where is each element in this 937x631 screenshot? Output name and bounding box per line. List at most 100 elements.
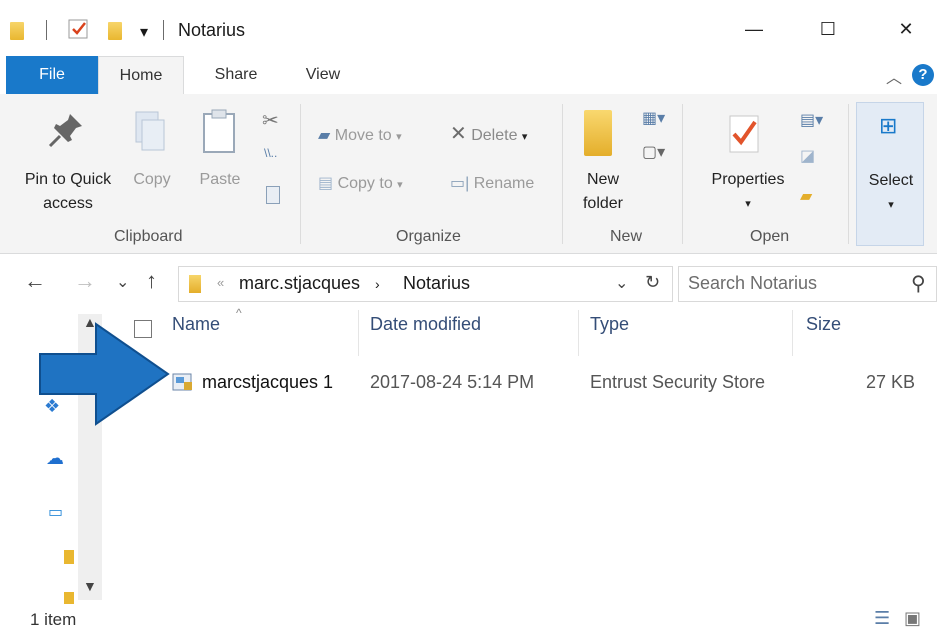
back-button[interactable]: ← — [24, 268, 46, 294]
address-row: ← → ⌄ ↑ « marc.stjacques › Notarius ⌄ ↻ … — [0, 260, 937, 306]
rename-label: Rename — [473, 175, 535, 192]
select-dropdown-icon: ▾ — [888, 199, 894, 211]
column-header-type[interactable]: Type — [590, 314, 629, 354]
move-to-button[interactable]: ▰ Move to ▾ — [318, 124, 402, 149]
item-count: 1 item — [30, 610, 77, 629]
breadcrumb-item[interactable]: marc.stjacques — [239, 273, 360, 294]
delete-label: Delete — [471, 127, 518, 144]
copy-icon — [132, 110, 168, 159]
new-folder-quick-icon[interactable] — [108, 22, 122, 40]
tab-home[interactable]: Home — [98, 56, 184, 94]
file-size: 27 KB — [866, 372, 916, 392]
collapse-ribbon-icon[interactable]: ︿ — [886, 64, 902, 88]
minimize-button[interactable]: — — [734, 14, 774, 44]
move-to-icon: ▰ — [318, 127, 331, 144]
window-title: Notarius — [178, 20, 246, 40]
title-bar: ▾ Notarius — ☐ ✕ — [0, 0, 937, 56]
ribbon: Pin to Quick access Copy Paste ✂ \\.. Cl… — [0, 94, 937, 254]
file-date-modified: 2017-08-24 5:14 PM — [370, 372, 535, 392]
help-icon[interactable]: ? — [912, 64, 934, 86]
status-bar: 1 item ☰ ▣ — [0, 606, 937, 631]
edit-icon[interactable]: ◪ — [800, 146, 815, 166]
search-box[interactable]: Search Notarius ⚲ — [678, 266, 937, 302]
tab-file[interactable]: File — [6, 56, 98, 94]
pin-label-2: access — [43, 195, 93, 212]
scroll-down-icon[interactable]: ▼ — [83, 578, 97, 594]
tab-view[interactable]: View — [292, 56, 354, 94]
new-group-label: New — [610, 228, 643, 245]
copy-button[interactable]: Copy — [126, 168, 178, 192]
pin-label-1: Pin to Quick — [24, 171, 112, 188]
organize-group-label: Organize — [396, 228, 461, 245]
properties-button[interactable]: Properties ▾ — [700, 168, 796, 216]
file-type: Entrust Security Store — [590, 372, 766, 392]
new-folder-button[interactable]: New folder — [572, 168, 634, 216]
maximize-button[interactable]: ☐ — [808, 14, 848, 44]
move-to-dropdown-icon: ▾ — [396, 131, 402, 143]
delete-dropdown-icon: ▾ — [521, 131, 528, 143]
copy-to-label: Copy to — [337, 175, 393, 192]
open-group-label: Open — [750, 228, 790, 245]
ribbon-tabs: File Home Share View ︿ ? — [0, 56, 937, 94]
open-icon[interactable]: ▤▾ — [800, 110, 823, 130]
copy-path-icon[interactable]: \\.. — [264, 146, 277, 160]
this-pc-icon[interactable]: ▭ — [48, 502, 63, 522]
breadcrumb-overflow-icon[interactable]: « — [217, 275, 224, 290]
file-name[interactable]: marcstjacques 1 — [202, 372, 333, 393]
breadcrumb-item[interactable]: Notarius — [403, 273, 470, 294]
address-dropdown-icon[interactable]: ⌄ — [615, 273, 628, 293]
search-icon[interactable]: ⚲ — [911, 271, 926, 296]
recent-locations-icon[interactable]: ⌄ — [116, 272, 129, 292]
new-folder-label-2: folder — [582, 195, 624, 212]
copy-to-dropdown-icon: ▾ — [397, 179, 403, 191]
quick-access-dropdown-icon[interactable]: ▾ — [140, 22, 148, 42]
breadcrumb-separator-icon: › — [375, 276, 380, 292]
paste-button[interactable]: Paste — [194, 168, 246, 192]
rename-icon: ▭| — [450, 175, 470, 192]
easy-access-icon[interactable]: ▢▾ — [642, 142, 665, 162]
new-folder-icon — [584, 110, 612, 156]
properties-icon — [726, 112, 766, 161]
search-input[interactable]: Search Notarius — [688, 273, 817, 294]
large-icons-view-icon[interactable]: ▣ — [904, 608, 921, 629]
select-group[interactable]: ⊞ Select ▾ — [856, 102, 924, 246]
up-button[interactable]: ↑ — [146, 268, 157, 294]
paste-icon — [200, 108, 240, 161]
properties-dropdown-icon: ▾ — [745, 198, 751, 210]
onedrive-icon[interactable]: ☁ — [46, 448, 64, 469]
nav-folder-icon[interactable] — [64, 592, 74, 604]
delete-button[interactable]: ✕ Delete ▾ — [450, 122, 527, 149]
move-to-label: Move to — [334, 127, 392, 144]
select-label: Select — [868, 172, 914, 189]
close-button[interactable]: ✕ — [886, 14, 926, 44]
folder-icon — [10, 22, 24, 40]
address-bar[interactable]: « marc.stjacques › Notarius ⌄ ↻ — [178, 266, 673, 302]
column-header-size[interactable]: Size — [806, 314, 841, 354]
select-button[interactable]: Select ▾ — [857, 169, 925, 217]
column-header-date-modified[interactable]: Date modified — [370, 314, 481, 354]
forward-button[interactable]: → — [74, 268, 96, 294]
history-icon[interactable]: ▰ — [800, 186, 812, 206]
properties-quick-icon[interactable] — [66, 16, 92, 42]
details-view-icon[interactable]: ☰ — [874, 608, 890, 629]
sort-ascending-icon: ^ — [236, 306, 242, 320]
security-store-file-icon — [172, 372, 194, 392]
copy-to-icon: ▤ — [318, 175, 334, 192]
nav-folder-icon[interactable] — [64, 550, 74, 564]
clipboard-group-label: Clipboard — [114, 228, 183, 245]
new-folder-label-1: New — [586, 171, 619, 188]
annotation-arrow-icon — [38, 322, 170, 431]
tab-share[interactable]: Share — [200, 56, 272, 94]
rename-button[interactable]: ▭| Rename — [450, 172, 534, 196]
paste-shortcut-icon[interactable] — [266, 186, 280, 204]
delete-icon: ✕ — [450, 123, 467, 145]
copy-to-button[interactable]: ▤ Copy to ▾ — [318, 172, 403, 197]
refresh-icon[interactable]: ↻ — [645, 272, 660, 293]
address-folder-icon — [189, 275, 201, 293]
cut-icon[interactable]: ✂ — [262, 108, 279, 133]
new-item-icon[interactable]: ▦▾ — [642, 108, 665, 128]
pin-to-quick-access-button[interactable]: Pin to Quick access — [14, 168, 122, 216]
select-icon: ⊞ — [879, 113, 898, 138]
pin-icon — [46, 110, 86, 155]
column-header-name[interactable]: Name — [172, 314, 220, 354]
